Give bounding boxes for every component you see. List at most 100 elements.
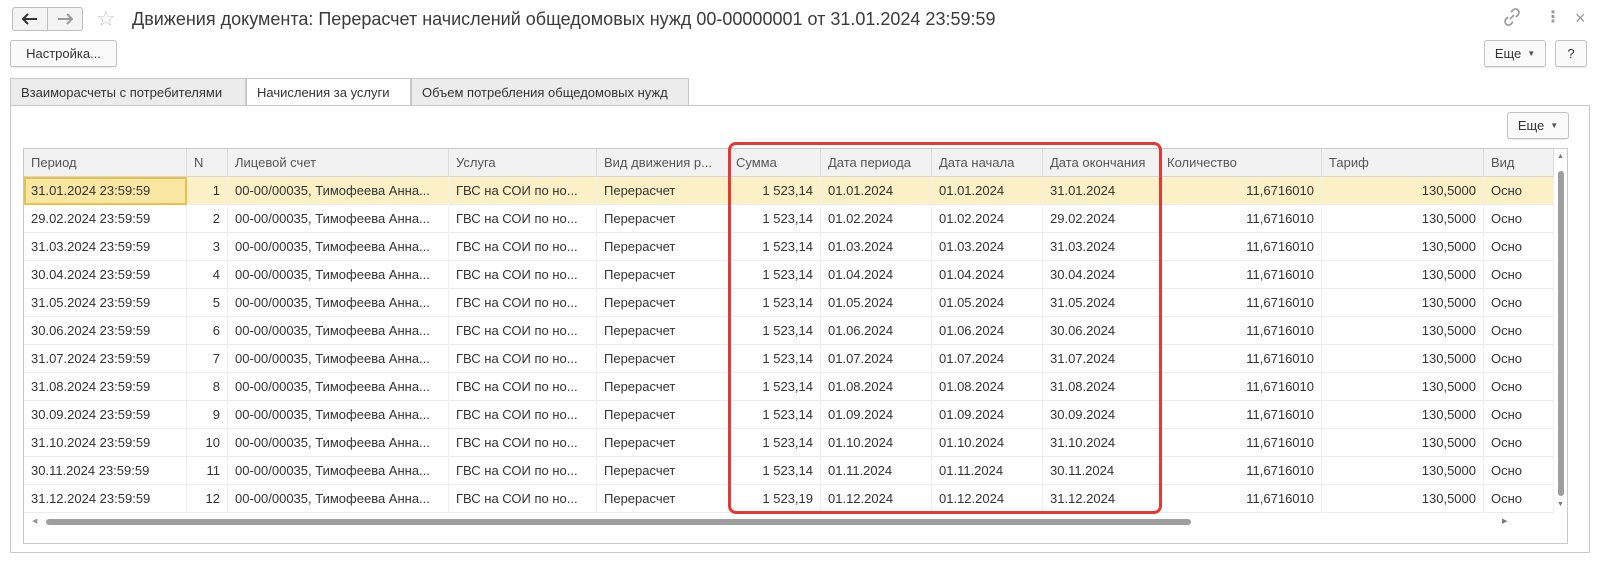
cell-quantity[interactable]: 11,6716010 [1160, 429, 1322, 457]
table-row[interactable]: 31.01.2024 23:59:59 1 00-00/00035, Тимофее… [24, 177, 1554, 205]
cell-number[interactable]: 2 [187, 205, 228, 233]
scroll-right-icon[interactable]: ▶ [1502, 517, 1507, 525]
cell-amount[interactable]: 1 523,14 [729, 261, 821, 289]
cell-start-date[interactable]: 01.06.2024 [932, 317, 1043, 345]
cell-period-date[interactable]: 01.11.2024 [821, 457, 932, 485]
star-icon[interactable]: ☆ [96, 6, 116, 32]
cell-start-date[interactable]: 01.04.2024 [932, 261, 1043, 289]
column-header-amount[interactable]: Сумма [729, 149, 821, 177]
cell-period[interactable]: 31.08.2024 23:59:59 [24, 373, 187, 401]
cell-account[interactable]: 00-00/00035, Тимофеева Анна... [228, 429, 449, 457]
table-row[interactable]: 29.02.2024 23:59:59 2 00-00/00035, Тимофее… [24, 205, 1554, 233]
cell-end-date[interactable]: 29.02.2024 [1043, 205, 1160, 233]
cell-account[interactable]: 00-00/00035, Тимофеева Анна... [228, 457, 449, 485]
column-header-period[interactable]: Период [24, 149, 187, 177]
cell-service[interactable]: ГВС на СОИ по но... [449, 401, 597, 429]
cell-amount[interactable]: 1 523,14 [729, 233, 821, 261]
cell-end-date[interactable]: 31.01.2024 [1043, 177, 1160, 205]
table-row[interactable]: 31.12.2024 23:59:59 12 00-00/00035, Тимофе… [24, 485, 1554, 513]
cell-tariff[interactable]: 130,5000 [1322, 345, 1484, 373]
cell-number[interactable]: 12 [187, 485, 228, 513]
cell-period-date[interactable]: 01.09.2024 [821, 401, 932, 429]
cell-account[interactable]: 00-00/00035, Тимофеева Анна... [228, 373, 449, 401]
cell-tariff[interactable]: 130,5000 [1322, 401, 1484, 429]
cell-start-date[interactable]: 01.02.2024 [932, 205, 1043, 233]
cell-service[interactable]: ГВС на СОИ по но... [449, 485, 597, 513]
cell-kind[interactable]: Осно [1484, 345, 1554, 373]
cell-kind[interactable]: Осно [1484, 373, 1554, 401]
cell-period-date[interactable]: 01.10.2024 [821, 429, 932, 457]
cell-quantity[interactable]: 11,6716010 [1160, 289, 1322, 317]
cell-period[interactable]: 29.02.2024 23:59:59 [24, 205, 187, 233]
vertical-dots-icon[interactable]: ⋮ [1545, 8, 1561, 28]
cell-end-date[interactable]: 31.08.2024 [1043, 373, 1160, 401]
help-button[interactable]: ? [1555, 40, 1587, 67]
cell-amount[interactable]: 1 523,14 [729, 401, 821, 429]
cell-start-date[interactable]: 01.01.2024 [932, 177, 1043, 205]
cell-account[interactable]: 00-00/00035, Тимофеева Анна... [228, 233, 449, 261]
cell-amount[interactable]: 1 523,19 [729, 485, 821, 513]
cell-kind[interactable]: Осно [1484, 289, 1554, 317]
cell-period[interactable]: 30.11.2024 23:59:59 [24, 457, 187, 485]
more-button[interactable]: Еще ▼ [1484, 40, 1546, 67]
cell-period-date[interactable]: 01.02.2024 [821, 205, 932, 233]
cell-quantity[interactable]: 11,6716010 [1160, 233, 1322, 261]
cell-quantity[interactable]: 11,6716010 [1160, 261, 1322, 289]
tab-settlements[interactable]: Взаиморасчеты с потребителями [10, 78, 246, 105]
cell-start-date[interactable]: 01.10.2024 [932, 429, 1043, 457]
settings-button[interactable]: Настройка... [10, 40, 117, 67]
cell-account[interactable]: 00-00/00035, Тимофеева Анна... [228, 485, 449, 513]
cell-account[interactable]: 00-00/00035, Тимофеева Анна... [228, 345, 449, 373]
cell-quantity[interactable]: 11,6716010 [1160, 205, 1322, 233]
cell-movement-type[interactable]: Перерасчет [597, 289, 729, 317]
cell-end-date[interactable]: 30.06.2024 [1043, 317, 1160, 345]
cell-movement-type[interactable]: Перерасчет [597, 205, 729, 233]
cell-account[interactable]: 00-00/00035, Тимофеева Анна... [228, 261, 449, 289]
cell-service[interactable]: ГВС на СОИ по но... [449, 345, 597, 373]
cell-amount[interactable]: 1 523,14 [729, 177, 821, 205]
cell-number[interactable]: 1 [187, 177, 228, 205]
vertical-scroll-thumb[interactable] [1558, 171, 1564, 496]
cell-start-date[interactable]: 01.08.2024 [932, 373, 1043, 401]
cell-account[interactable]: 00-00/00035, Тимофеева Анна... [228, 401, 449, 429]
table-more-button[interactable]: Еще ▼ [1507, 112, 1569, 139]
cell-account[interactable]: 00-00/00035, Тимофеева Анна... [228, 289, 449, 317]
cell-end-date[interactable]: 31.10.2024 [1043, 429, 1160, 457]
cell-service[interactable]: ГВС на СОИ по но... [449, 289, 597, 317]
table-row[interactable]: 30.11.2024 23:59:59 11 00-00/00035, Тимофе… [24, 457, 1554, 485]
column-header-service[interactable]: Услуга [449, 149, 597, 177]
cell-period[interactable]: 30.09.2024 23:59:59 [24, 401, 187, 429]
close-icon[interactable]: × [1575, 8, 1586, 28]
table-row[interactable]: 30.09.2024 23:59:59 9 00-00/00035, Тимофее… [24, 401, 1554, 429]
scroll-down-icon[interactable]: ▼ [1557, 501, 1564, 508]
cell-kind[interactable]: Осно [1484, 401, 1554, 429]
cell-period-date[interactable]: 01.04.2024 [821, 261, 932, 289]
cell-kind[interactable]: Осно [1484, 205, 1554, 233]
cell-service[interactable]: ГВС на СОИ по но... [449, 205, 597, 233]
cell-service[interactable]: ГВС на СОИ по но... [449, 317, 597, 345]
cell-movement-type[interactable]: Перерасчет [597, 345, 729, 373]
cell-quantity[interactable]: 11,6716010 [1160, 177, 1322, 205]
cell-movement-type[interactable]: Перерасчет [597, 233, 729, 261]
horizontal-scroll-thumb[interactable] [46, 519, 1191, 525]
cell-amount[interactable]: 1 523,14 [729, 205, 821, 233]
cell-quantity[interactable]: 11,6716010 [1160, 317, 1322, 345]
column-header-account[interactable]: Лицевой счет [228, 149, 449, 177]
scroll-left-icon[interactable]: ◀ [32, 517, 37, 525]
cell-end-date[interactable]: 30.11.2024 [1043, 457, 1160, 485]
cell-movement-type[interactable]: Перерасчет [597, 457, 729, 485]
column-header-start-date[interactable]: Дата начала [932, 149, 1043, 177]
cell-account[interactable]: 00-00/00035, Тимофеева Анна... [228, 317, 449, 345]
table-row[interactable]: 31.08.2024 23:59:59 8 00-00/00035, Тимофее… [24, 373, 1554, 401]
forward-button[interactable] [47, 7, 83, 31]
cell-period[interactable]: 30.06.2024 23:59:59 [24, 317, 187, 345]
cell-service[interactable]: ГВС на СОИ по но... [449, 457, 597, 485]
cell-number[interactable]: 6 [187, 317, 228, 345]
cell-number[interactable]: 9 [187, 401, 228, 429]
cell-movement-type[interactable]: Перерасчет [597, 261, 729, 289]
cell-account[interactable]: 00-00/00035, Тимофеева Анна... [228, 177, 449, 205]
cell-quantity[interactable]: 11,6716010 [1160, 485, 1322, 513]
cell-start-date[interactable]: 01.12.2024 [932, 485, 1043, 513]
cell-period-date[interactable]: 01.01.2024 [821, 177, 932, 205]
tab-service-charges[interactable]: Начисления за услуги [246, 78, 411, 106]
